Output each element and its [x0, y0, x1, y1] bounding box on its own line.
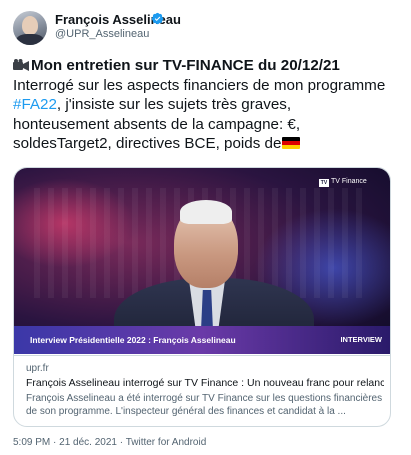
tweet-title-line: Mon entretien sur TV-FINANCE du 20/12/21: [13, 56, 403, 76]
tweet-date[interactable]: 21 déc. 2021: [59, 437, 117, 448]
tweet-line-5: soldesTarget2, directives BCE, poids de: [13, 134, 403, 154]
author-handle[interactable]: @UPR_Asselineau: [55, 28, 149, 40]
movie-camera-icon: [13, 59, 29, 71]
avatar[interactable]: [13, 11, 47, 45]
link-card[interactable]: TV TV Finance Interview Présidentielle 20…: [13, 167, 391, 427]
card-body[interactable]: upr.fr François Asselineau interrogé sur…: [14, 355, 390, 426]
channel-logo: TV TV Finance: [319, 178, 367, 187]
hashtag-link[interactable]: #FA22: [13, 96, 57, 113]
meta-separator-2: ·: [116, 437, 126, 448]
avatar-suit: [16, 34, 44, 45]
tweet-line-2: Interrogé sur les aspects financiers de …: [13, 76, 386, 94]
meta-separator-1: ·: [50, 437, 60, 448]
lower-third-tag: INTERVIEW: [340, 335, 382, 344]
tv-logo-icon: TV: [319, 179, 329, 187]
tweet[interactable]: François Asselineau @UPR_Asselineau Mon …: [0, 0, 411, 455]
tweet-line-5-text: soldesTarget2, directives BCE, poids de: [13, 135, 282, 152]
tweet-text: Mon entretien sur TV-FINANCE du 20/12/21…: [13, 56, 403, 154]
card-thumbnail[interactable]: TV TV Finance Interview Présidentielle 20…: [14, 168, 390, 354]
card-description: François Asselineau a été interrogé sur …: [26, 392, 384, 418]
interviewee-hair: [180, 200, 232, 224]
card-title: François Asselineau interrogé sur TV Fin…: [26, 377, 384, 389]
german-flag-icon: [282, 137, 301, 149]
tweet-line-4: honteusement absents de la campagne: €,: [13, 115, 301, 133]
tweet-line-3: #FA22, j'insiste sur les sujets très gra…: [13, 95, 403, 115]
lower-third-banner: Interview Présidentielle 2022 : François…: [14, 326, 390, 354]
tweet-time[interactable]: 5:09 PM: [13, 437, 50, 448]
channel-logo-text: TV Finance: [331, 178, 367, 185]
tweet-meta: 5:09 PM · 21 déc. 2021 · Twitter for And…: [13, 437, 206, 448]
tweet-title: Mon entretien sur TV-FINANCE du 20/12/21: [31, 57, 340, 74]
tweet-line-3-rest: , j'insiste sur les sujets très graves,: [56, 96, 292, 113]
avatar-face: [22, 16, 38, 35]
verified-badge-icon: [151, 12, 164, 25]
tweet-source-app[interactable]: Twitter for Android: [126, 437, 207, 448]
card-domain: upr.fr: [26, 363, 49, 374]
lower-third-title: Interview Présidentielle 2022 : François…: [30, 335, 236, 345]
card-desc-line-1: François Asselineau a été interrogé sur …: [26, 393, 383, 404]
card-desc-line-2: de son programme. L'inspecteur général d…: [26, 406, 346, 417]
